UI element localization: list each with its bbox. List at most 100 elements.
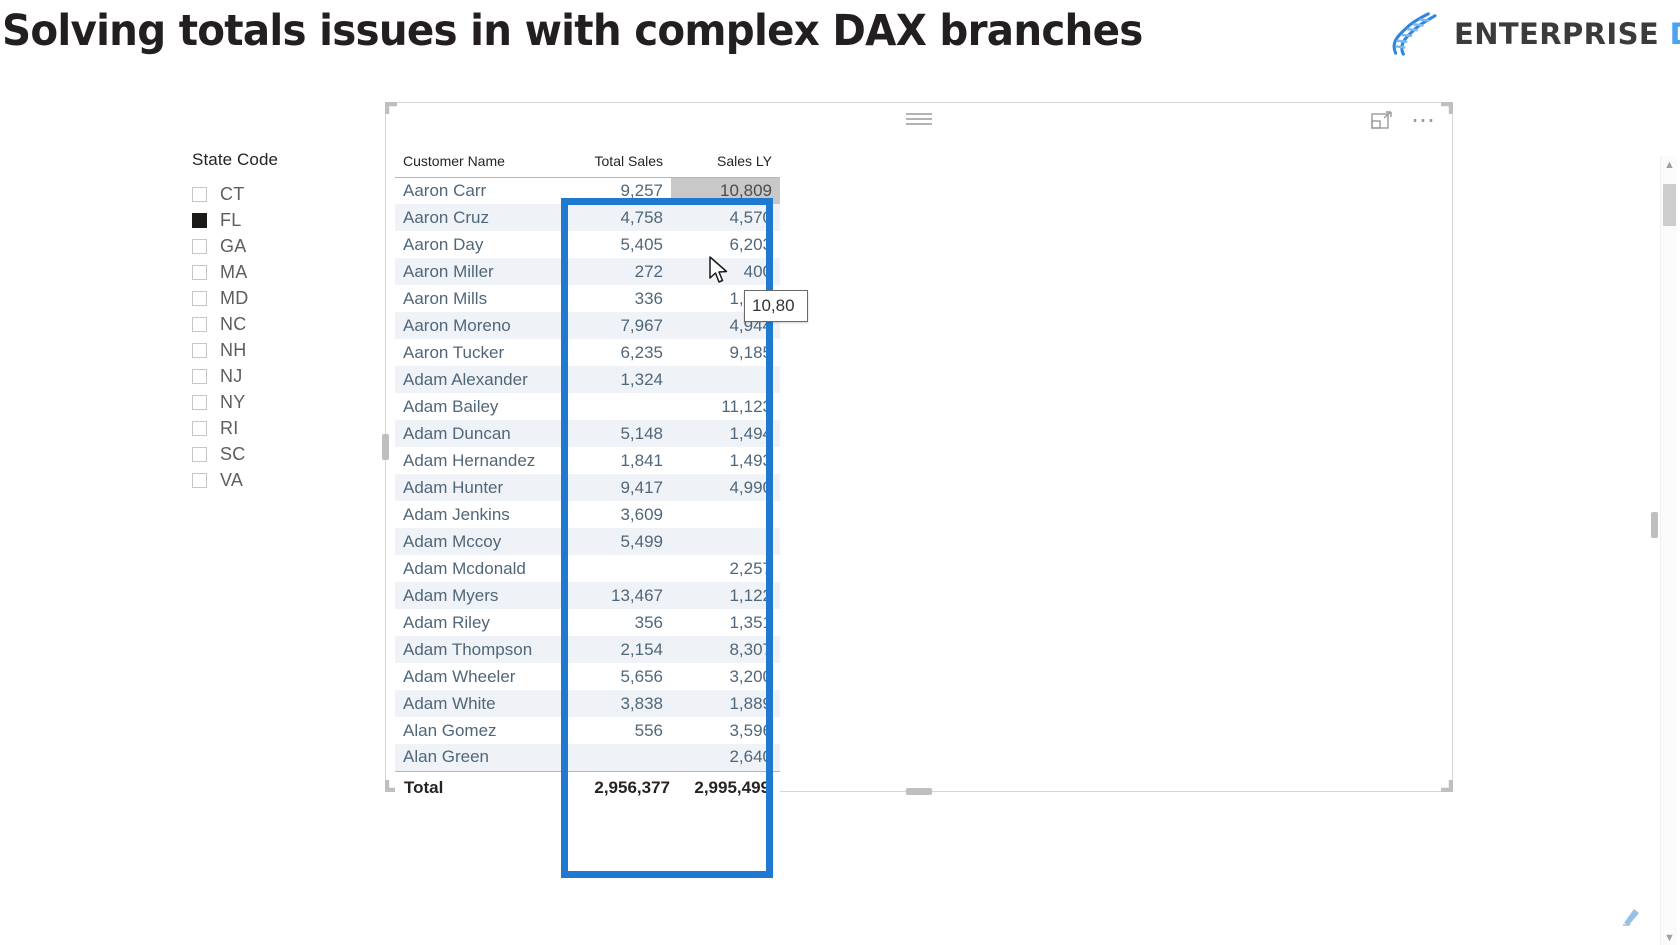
cell-total[interactable]: [563, 393, 671, 420]
chevron-up-icon[interactable]: ▲: [1661, 156, 1678, 173]
cell-total[interactable]: 556: [563, 717, 671, 744]
checkbox-icon[interactable]: [192, 368, 207, 384]
drag-handle-icon[interactable]: [906, 113, 932, 125]
canvas-resize-handle-right[interactable]: [1651, 512, 1658, 538]
cell-ly[interactable]: 2,640: [671, 744, 780, 771]
table-row[interactable]: Adam Mccoy 5,499: [395, 528, 780, 555]
cell-name[interactable]: Adam Myers: [395, 582, 563, 609]
cell-ly[interactable]: 1,494: [671, 420, 780, 447]
cell-name[interactable]: Alan Green: [395, 744, 563, 771]
checkbox-icon[interactable]: [192, 472, 207, 488]
cell-total[interactable]: 7,967: [563, 312, 671, 339]
cell-total[interactable]: 5,656: [563, 663, 671, 690]
cell-total[interactable]: 1,324: [563, 366, 671, 393]
checkbox-checked-icon[interactable]: [192, 212, 207, 228]
checkbox-icon[interactable]: [192, 446, 207, 462]
cell-name[interactable]: Aaron Cruz: [395, 204, 563, 231]
cell-total[interactable]: 356: [563, 609, 671, 636]
cell-total[interactable]: 9,257: [563, 177, 671, 204]
cell-total[interactable]: 13,467: [563, 582, 671, 609]
slicer-item-ny[interactable]: NY: [188, 389, 358, 415]
cell-name[interactable]: Adam Wheeler: [395, 663, 563, 690]
cell-name[interactable]: Aaron Day: [395, 231, 563, 258]
cell-name[interactable]: Adam Thompson: [395, 636, 563, 663]
cell-ly[interactable]: 10,809: [671, 177, 780, 204]
resize-handle-bottom-right[interactable]: [1441, 780, 1453, 792]
cell-name[interactable]: Adam Mcdonald: [395, 555, 563, 582]
table-row[interactable]: Adam Myers 13,467 1,122: [395, 582, 780, 609]
scrollbar-thumb[interactable]: [1663, 184, 1676, 226]
table-row[interactable]: Aaron Mills3361,587: [395, 285, 780, 312]
cell-name[interactable]: Aaron Mills: [395, 285, 563, 312]
focus-mode-icon[interactable]: [1371, 111, 1393, 130]
cell-name[interactable]: Adam White: [395, 690, 563, 717]
slicer-item-va[interactable]: VA: [188, 467, 358, 493]
cell-ly[interactable]: [671, 366, 780, 393]
table-row[interactable]: Aaron Cruz 4,758 4,570: [395, 204, 780, 231]
table-scroll-area[interactable]: Customer Name Total Sales Sales LY Aaron…: [395, 139, 1373, 804]
checkbox-icon[interactable]: [192, 420, 207, 436]
resize-handle-top-right[interactable]: [1441, 102, 1453, 114]
cell-ly[interactable]: 3,200: [671, 663, 780, 690]
cell-name[interactable]: Alan Gomez: [395, 717, 563, 744]
table-row[interactable]: Adam Duncan 5,148 1,494: [395, 420, 780, 447]
state-code-slicer[interactable]: State Code CT FL GA MA MD NC NH NJ NY RI SC VA: [188, 150, 358, 493]
cell-ly[interactable]: 2,257: [671, 555, 780, 582]
cell-name[interactable]: Adam Mccoy: [395, 528, 563, 555]
cell-ly[interactable]: 3,596: [671, 717, 780, 744]
cell-ly[interactable]: 1,351: [671, 609, 780, 636]
slicer-item-fl[interactable]: FL: [188, 207, 358, 233]
column-header-sales-ly[interactable]: Sales LY: [671, 139, 780, 178]
slicer-item-ga[interactable]: GA: [188, 233, 358, 259]
checkbox-icon[interactable]: [192, 238, 207, 254]
slicer-item-ct[interactable]: CT: [188, 181, 358, 207]
cell-name[interactable]: Aaron Miller: [395, 258, 563, 285]
table-row[interactable]: Alan Green 2,640: [395, 744, 780, 771]
table-row[interactable]: Adam White 3,838 1,889: [395, 690, 780, 717]
slicer-item-sc[interactable]: SC: [188, 441, 358, 467]
slicer-item-ma[interactable]: MA: [188, 259, 358, 285]
cell-name[interactable]: Adam Duncan: [395, 420, 563, 447]
cell-name[interactable]: Adam Hunter: [395, 474, 563, 501]
checkbox-icon[interactable]: [192, 290, 207, 306]
cell-total[interactable]: 5,405: [563, 231, 671, 258]
cell-total[interactable]: 5,499: [563, 528, 671, 555]
checkbox-icon[interactable]: [192, 264, 207, 280]
visual-header-icons[interactable]: ⋯: [1371, 108, 1438, 132]
table-row[interactable]: Adam Bailey 11,123: [395, 393, 780, 420]
resize-handle-top-left[interactable]: [385, 102, 397, 114]
column-header-total-sales[interactable]: Total Sales: [563, 139, 671, 178]
table-row[interactable]: Adam Thompson 2,154 8,307: [395, 636, 780, 663]
chevron-down-icon[interactable]: ▼: [1661, 929, 1678, 945]
cell-total[interactable]: 272: [563, 258, 671, 285]
table-row[interactable]: Aaron Moreno 7,967 4,944: [395, 312, 780, 339]
cell-total[interactable]: 6,235: [563, 339, 671, 366]
table-row[interactable]: Adam Riley 356 1,351: [395, 609, 780, 636]
cell-name[interactable]: Aaron Tucker: [395, 339, 563, 366]
cell-ly[interactable]: 4,570: [671, 204, 780, 231]
cell-total[interactable]: [563, 555, 671, 582]
column-header-customer-name[interactable]: Customer Name: [395, 139, 563, 178]
table-row[interactable]: Adam Alexander 1,324: [395, 366, 780, 393]
table-row[interactable]: Aaron Carr 9,257 10,809: [395, 177, 780, 204]
checkbox-icon[interactable]: [192, 394, 207, 410]
cell-total[interactable]: 4,758: [563, 204, 671, 231]
cell-ly[interactable]: 1,889: [671, 690, 780, 717]
table-row[interactable]: Adam Wheeler 5,656 3,200: [395, 663, 780, 690]
cell-total[interactable]: 336: [563, 285, 671, 312]
more-options-icon[interactable]: ⋯: [1411, 108, 1438, 132]
slicer-item-md[interactable]: MD: [188, 285, 358, 311]
cell-total[interactable]: [563, 744, 671, 771]
cell-ly[interactable]: 11,123: [671, 393, 780, 420]
slicer-item-ri[interactable]: RI: [188, 415, 358, 441]
cell-name[interactable]: Adam Riley: [395, 609, 563, 636]
cell-name[interactable]: Adam Jenkins: [395, 501, 563, 528]
cell-ly[interactable]: 6,203: [671, 231, 780, 258]
cell-name[interactable]: Adam Alexander: [395, 366, 563, 393]
checkbox-icon[interactable]: [192, 316, 207, 332]
cell-name[interactable]: Adam Bailey: [395, 393, 563, 420]
cell-total[interactable]: 9,417: [563, 474, 671, 501]
table-row[interactable]: Adam Jenkins 3,609: [395, 501, 780, 528]
table-row[interactable]: Aaron Day 5,405 6,203: [395, 231, 780, 258]
resize-handle-bottom[interactable]: [906, 788, 932, 795]
